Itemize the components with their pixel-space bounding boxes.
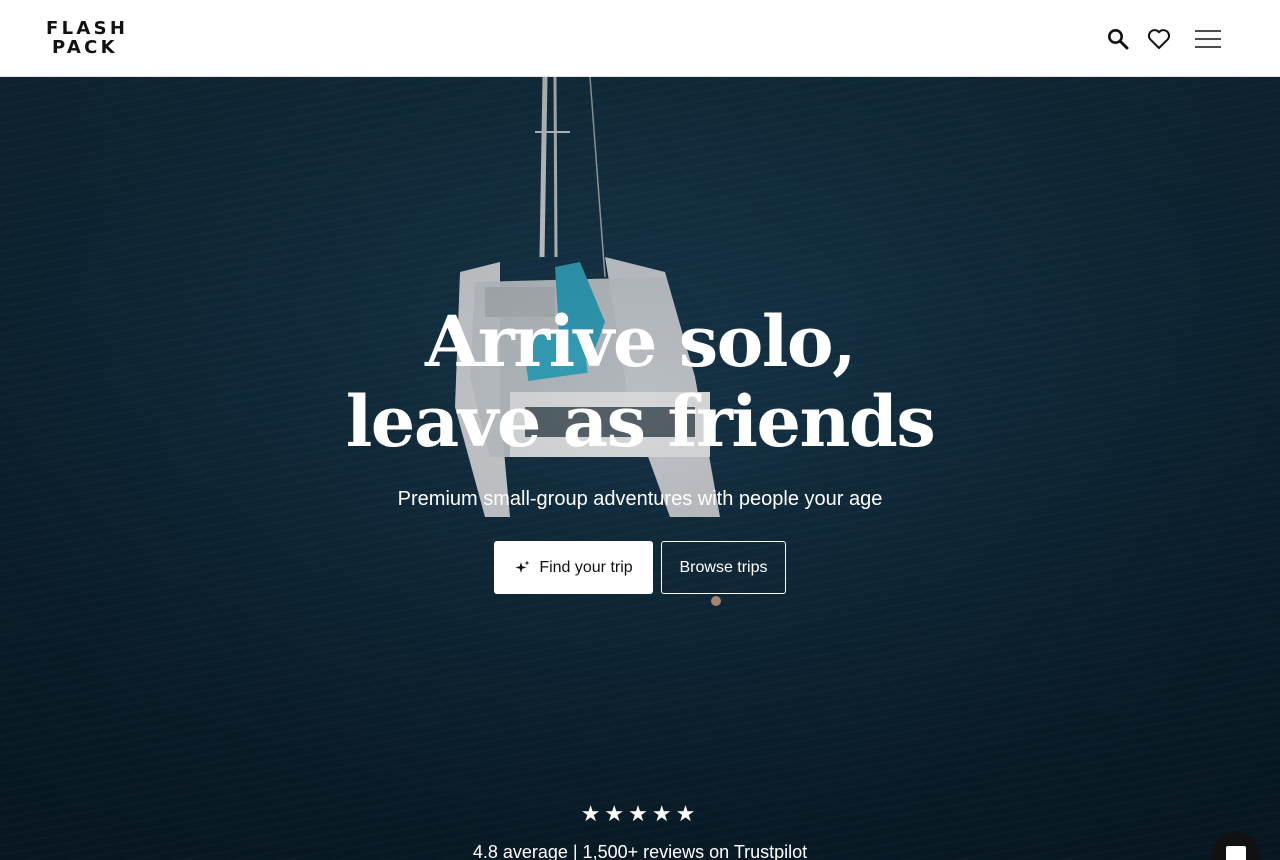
headline-line-1: Arrive solo, <box>425 300 857 383</box>
site-header: FLASH PACK <box>0 0 1280 77</box>
rating-stars: ★★★★★ <box>580 801 700 826</box>
logo-line-2: PACK <box>52 37 118 58</box>
hero-section: Arrive solo, leave as friends Premium sm… <box>0 77 1280 860</box>
flash-pack-logo[interactable]: FLASH PACK <box>46 18 129 59</box>
hero-headline: Arrive solo, leave as friends <box>0 302 1280 462</box>
trustpilot-rating-text[interactable]: 4.8 average | 1,500+ reviews on Trustpil… <box>0 842 1280 860</box>
headline-line-2: leave as friends <box>345 380 936 463</box>
chat-icon <box>1226 846 1246 860</box>
hero-subtitle: Premium small-group adventures with peop… <box>397 488 883 510</box>
find-your-trip-label: Find your trip <box>539 558 633 576</box>
menu-button[interactable] <box>1192 24 1224 54</box>
wishlist-button[interactable] <box>1144 24 1174 54</box>
logo-line-1: FLASH <box>46 18 129 39</box>
search-icon <box>1108 29 1129 50</box>
browse-trips-label: Browse trips <box>679 558 768 576</box>
search-button[interactable] <box>1103 24 1133 54</box>
sparkle-icon <box>514 560 530 576</box>
find-your-trip-button[interactable]: Find your trip <box>494 541 653 594</box>
heart-icon <box>1147 29 1171 49</box>
browse-trips-button[interactable]: Browse trips <box>661 541 786 594</box>
hamburger-menu-icon <box>1195 30 1221 48</box>
hero-overlay <box>0 77 1280 860</box>
